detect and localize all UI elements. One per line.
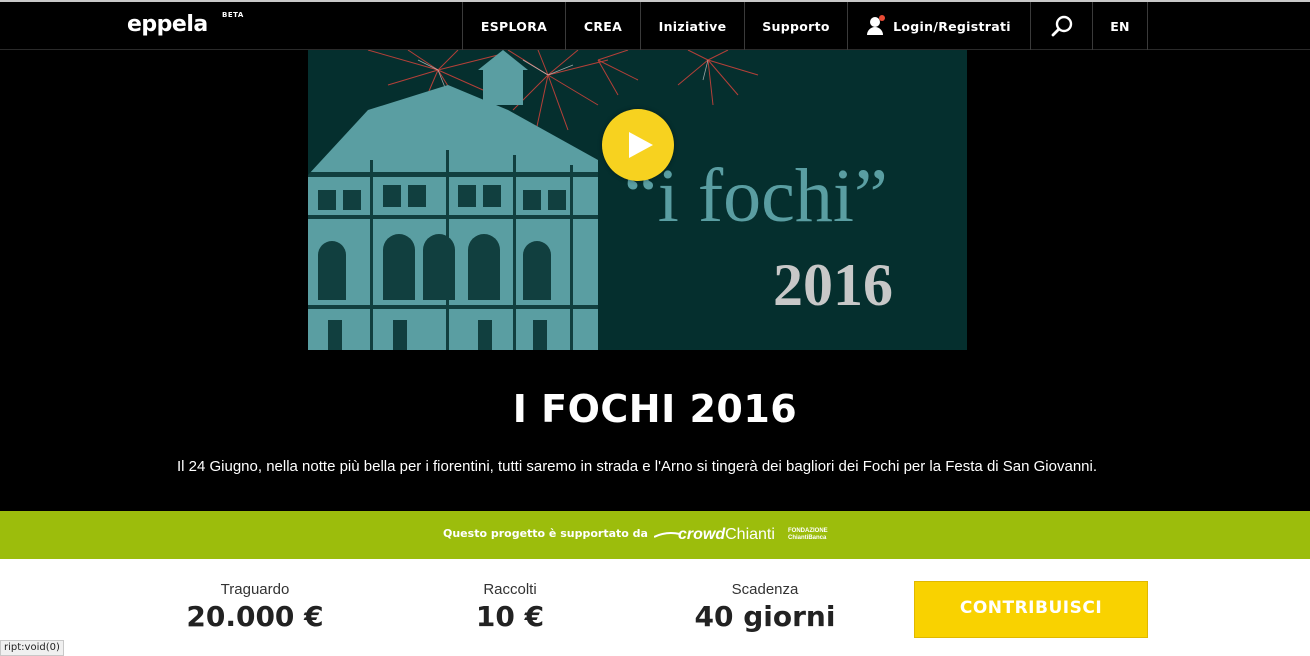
nav-iniziative-label: Iniziative (658, 18, 727, 34)
sponsor-band: Questo progetto è supportato da crowdChi… (0, 511, 1310, 559)
play-icon (629, 132, 653, 158)
project-description: Il 24 Giugno, nella notte più bella per … (176, 458, 1098, 475)
nav-esplora[interactable]: ESPLORA (462, 2, 565, 50)
contribute-button[interactable]: CONTRIBUISCI (914, 581, 1148, 638)
top-navbar: eppela BETA ESPLORA CREA Iniziative Supp… (0, 0, 1310, 50)
project-title: I FOCHI 2016 (512, 387, 798, 431)
language-switch[interactable]: EN (1092, 2, 1148, 50)
stat-goal-label: Traguardo (220, 581, 290, 598)
stat-raised-value: 10 € (475, 600, 545, 633)
stat-goal: Traguardo 20.000 € (155, 581, 355, 633)
stat-deadline-label: Scadenza (731, 581, 799, 598)
crowdchianti-logo-part2: Chianti (725, 526, 775, 543)
swoosh-icon (653, 531, 681, 538)
user-icon (867, 15, 886, 35)
fondazione-label-line2: ChiantiBanca (788, 535, 827, 541)
search-button[interactable] (1030, 2, 1092, 50)
logo-text: eppela (127, 12, 208, 37)
browser-status-bar: ript:void(0) (0, 640, 64, 656)
nav-iniziative[interactable]: Iniziative (640, 2, 744, 50)
play-button[interactable] (602, 109, 674, 181)
stat-raised-label: Raccolti (483, 581, 537, 598)
stat-deadline-value: 40 giorni (694, 600, 836, 633)
fondazione-label-line1: FONDAZIONE (788, 528, 828, 534)
video-year-text: 2016 (773, 252, 893, 318)
nav-supporto[interactable]: Supporto (744, 2, 847, 50)
nav-supporto-label: Supporto (762, 18, 830, 34)
crowdchianti-logo[interactable]: crowdChianti (653, 526, 775, 544)
stat-deadline: Scadenza 40 giorni (665, 581, 865, 633)
funding-stats: Traguardo 20.000 € Raccolti 10 € Scadenz… (0, 559, 1310, 656)
nav-login[interactable]: Login/Registrati (847, 2, 1030, 50)
crowdchianti-logo-part1: crowd (678, 526, 726, 543)
search-icon (1051, 15, 1072, 37)
beta-badge: BETA (222, 11, 244, 19)
notification-dot (879, 15, 886, 21)
stat-goal-value: 20.000 € (186, 600, 324, 633)
nav-crea[interactable]: CREA (565, 2, 640, 50)
main-nav: ESPLORA CREA Iniziative Supporto Login/R… (462, 2, 1148, 50)
fondazione-label: FONDAZIONE ChiantiBanca (788, 528, 828, 542)
nav-esplora-label: ESPLORA (480, 18, 548, 34)
stat-raised: Raccolti 10 € (410, 581, 610, 633)
nav-crea-label: CREA (583, 18, 623, 34)
nav-login-label: Login/Registrati (893, 18, 1011, 34)
sponsor-text: Questo progetto è supportato da (443, 527, 648, 540)
eppela-logo[interactable]: eppela BETA (127, 11, 243, 37)
project-video[interactable]: “i fochi” 2016 (308, 50, 967, 350)
language-label: EN (1110, 18, 1130, 34)
